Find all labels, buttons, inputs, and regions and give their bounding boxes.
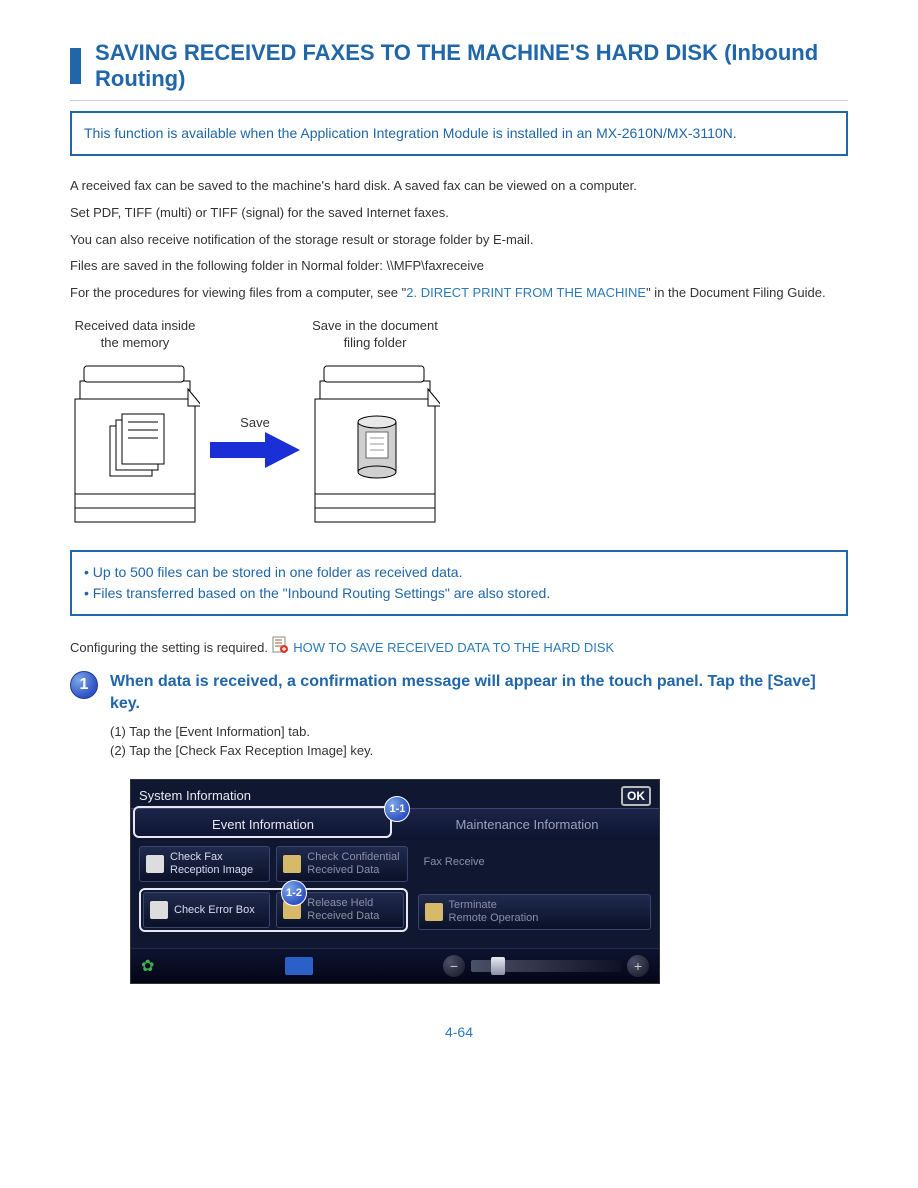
- diagram-caption-left: Received data inside the memory: [75, 318, 196, 352]
- substep-badge-1-1: 1-1: [384, 796, 410, 822]
- slider-track[interactable]: [471, 960, 621, 972]
- step-title: When data is received, a confirmation me…: [110, 671, 848, 716]
- page-number: 4-64: [70, 1024, 848, 1040]
- arrow-right-icon: [210, 432, 300, 468]
- plus-button[interactable]: +: [627, 955, 649, 977]
- slider-handle[interactable]: [491, 957, 505, 975]
- config-required-note: Configuring the setting is required. HOW…: [70, 636, 848, 661]
- button-label: Terminate Remote Operation: [449, 899, 539, 925]
- diagram-caption-right: Save in the document filing folder: [312, 318, 438, 352]
- touch-panel-screenshot: System Information OK 1-1 Event Informat…: [130, 779, 660, 985]
- paragraph-prefix: For the procedures for viewing files fro…: [70, 285, 406, 300]
- tab-event-information[interactable]: Event Information: [131, 808, 395, 840]
- error-page-icon: [150, 901, 168, 919]
- limits-note: • Up to 500 files can be stored in one f…: [70, 550, 848, 616]
- tab-maintenance-information[interactable]: Maintenance Information: [395, 808, 659, 840]
- section-accent-bar: [70, 48, 81, 84]
- availability-note: This function is available when the Appl…: [70, 111, 848, 156]
- step-number-badge: 1: [70, 671, 98, 699]
- folder-lock-icon: [283, 855, 301, 873]
- printer-with-memory-icon: [70, 356, 200, 526]
- button-label: Fax Receive: [424, 856, 485, 869]
- paragraph: You can also receive notification of the…: [70, 230, 848, 251]
- check-confidential-button[interactable]: Check Confidential Received Data: [276, 846, 407, 882]
- paragraph: For the procedures for viewing files fro…: [70, 283, 848, 304]
- eco-leaf-icon: ✿: [141, 956, 154, 976]
- arrow-label: Save: [240, 415, 270, 430]
- fax-page-icon: [146, 855, 164, 873]
- terminate-remote-button[interactable]: Terminate Remote Operation: [418, 894, 651, 930]
- limits-line: • Files transferred based on the "Inboun…: [84, 583, 834, 604]
- ok-button[interactable]: OK: [621, 786, 651, 806]
- fax-receive-label: Fax Receive: [418, 846, 651, 880]
- mode-indicator-icon: [285, 957, 313, 975]
- minus-button[interactable]: −: [443, 955, 465, 977]
- printer-with-disk-icon: [310, 356, 440, 526]
- brightness-slider[interactable]: − +: [443, 955, 649, 977]
- section-title: SAVING RECEIVED FAXES TO THE MACHINE'S H…: [95, 40, 848, 92]
- button-label: Check Fax Reception Image: [170, 851, 253, 877]
- section-header: SAVING RECEIVED FAXES TO THE MACHINE'S H…: [70, 40, 848, 101]
- button-label: Release Held Received Data: [307, 897, 379, 923]
- row-highlight-outline: Check Error Box Release Held Received Da…: [139, 888, 408, 932]
- button-label: Check Confidential Received Data: [307, 851, 399, 877]
- doc-filing-link[interactable]: 2. DIRECT PRINT FROM THE MACHINE: [406, 285, 646, 300]
- paragraph: Files are saved in the following folder …: [70, 256, 848, 277]
- save-hdd-link[interactable]: HOW TO SAVE RECEIVED DATA TO THE HARD DI…: [293, 640, 614, 655]
- check-fax-reception-button[interactable]: Check Fax Reception Image: [139, 846, 270, 882]
- paragraph-suffix: " in the Document Filing Guide.: [646, 285, 825, 300]
- limits-line: • Up to 500 files can be stored in one f…: [84, 562, 834, 583]
- step-substeps: (1) Tap the [Event Information] tab. (2)…: [110, 722, 848, 761]
- note-prefix: Configuring the setting is required.: [70, 640, 272, 655]
- paragraph: A received fax can be saved to the machi…: [70, 176, 848, 197]
- save-diagram: Received data inside the memory Save: [70, 318, 848, 526]
- step-row: 1 When data is received, a confirmation …: [70, 671, 848, 761]
- button-label: Check Error Box: [174, 904, 255, 917]
- check-error-box-button[interactable]: Check Error Box: [143, 892, 270, 928]
- paragraph: Set PDF, TIFF (multi) or TIFF (signal) f…: [70, 203, 848, 224]
- substep-badge-1-2: 1-2: [281, 880, 307, 906]
- terminate-icon: [425, 903, 443, 921]
- doc-settings-icon: [272, 636, 290, 661]
- panel-title: System Information: [139, 788, 251, 803]
